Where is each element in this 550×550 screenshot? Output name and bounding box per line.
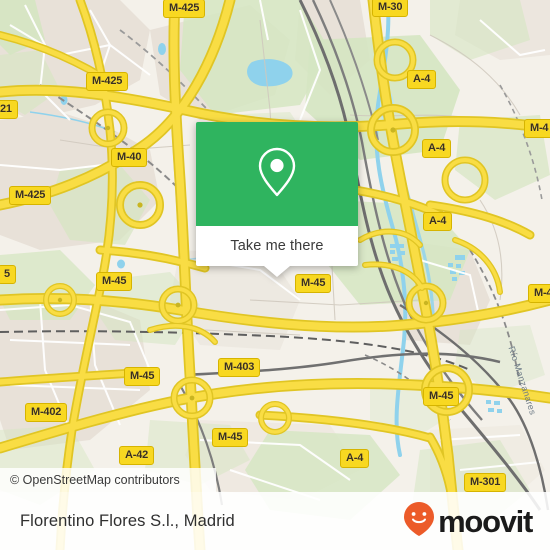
road-shield: M-45 <box>295 274 332 293</box>
road-shield: M-403 <box>218 358 261 377</box>
road-shield: M-301 <box>464 473 507 492</box>
callout-tail <box>264 266 290 277</box>
road-shield: M-30 <box>372 0 409 17</box>
road-shield: M-45 <box>124 367 161 386</box>
road-shield: A-4 <box>407 70 437 89</box>
road-shield: M-402 <box>25 403 68 422</box>
road-shield: M-45 <box>423 387 460 406</box>
osm-attribution[interactable]: © OpenStreetMap contributors <box>0 468 216 492</box>
road-shield: M-425 <box>86 72 129 91</box>
road-shield: A-4 <box>340 449 370 468</box>
road-shield: M-425 <box>9 186 52 205</box>
road-shield: 21 <box>0 100 18 119</box>
location-pin-icon <box>255 145 299 204</box>
road-shield: 5 <box>0 265 16 284</box>
moovit-logo[interactable]: moovit <box>402 501 533 542</box>
moovit-smiley-pin-icon <box>402 501 436 542</box>
road-shield: A-42 <box>119 446 155 465</box>
location-callout[interactable]: Take me there <box>196 122 358 277</box>
road-shield: M-425 <box>163 0 206 18</box>
road-shield: A-4 <box>423 212 453 231</box>
callout-pin-area <box>196 122 358 226</box>
road-shield: A-4 <box>422 139 452 158</box>
road-shield: M-45 <box>212 428 249 447</box>
map-screen: M-425 M-30 M-425 A-4 21 M-40 M-425 M-4 A-4 A-4 M-4… <box>0 0 550 550</box>
road-shield: M-4 <box>528 284 550 303</box>
road-shield: M-45 <box>96 272 133 291</box>
road-shield: M-40 <box>111 148 148 167</box>
road-shield: M-4 <box>524 119 550 138</box>
footer-bar: Florentino Flores S.l., Madrid moovit <box>0 492 550 550</box>
place-title: Florentino Flores S.l., Madrid <box>20 511 235 530</box>
take-me-there-button[interactable]: Take me there <box>196 226 358 266</box>
moovit-wordmark: moovit <box>438 503 533 539</box>
